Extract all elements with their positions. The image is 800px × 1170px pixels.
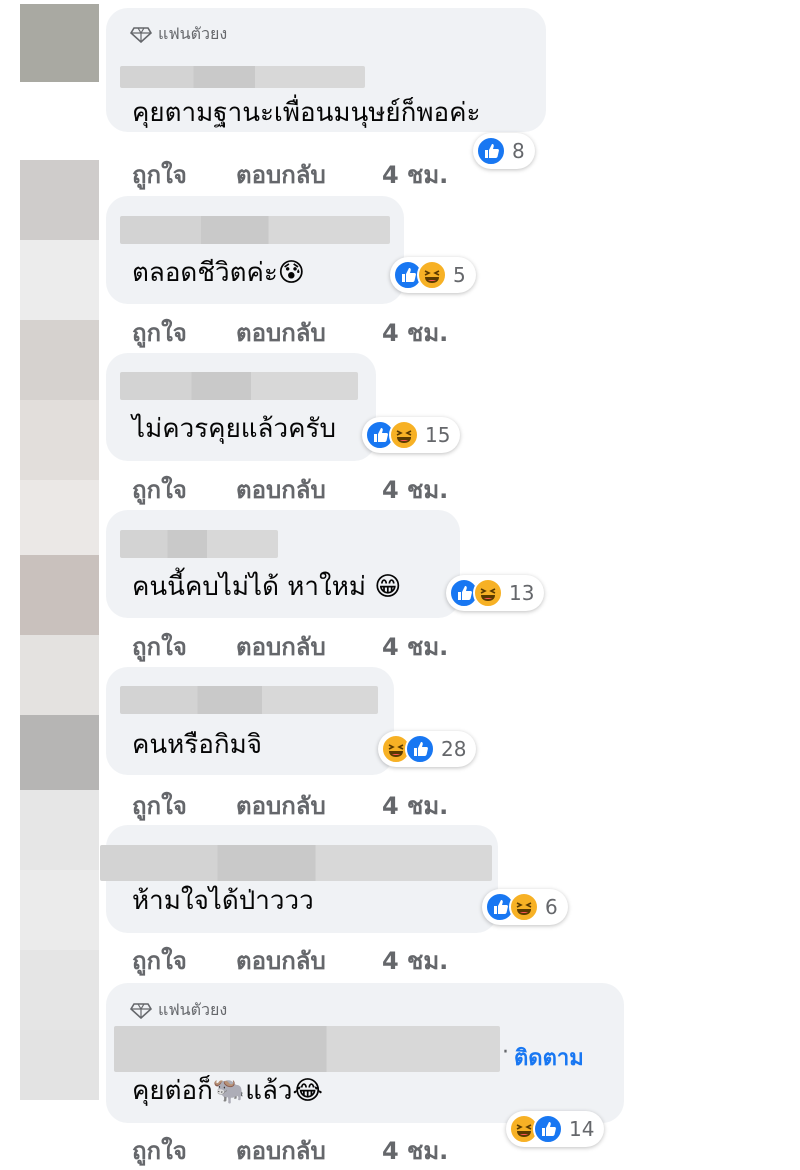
top-fan-badge: แฟนตัวยง [130,998,227,1023]
reaction-count: 28 [441,737,467,761]
reaction-summary[interactable]: 15 [362,417,461,453]
follow-button[interactable]: ติดตาม [514,1040,584,1075]
top-fan-badge: แฟนตัวยง [130,22,227,47]
comment-text: ตลอดชีวิตค่ะ😰 [132,258,305,288]
badge-label: แฟนตัวยง [158,24,228,43]
reply-button[interactable]: ตอบกลับ [236,1131,382,1170]
reaction-count: 14 [569,1117,595,1141]
comment-actions: ถูกใจ ตอบกลับ 4 ชม. [132,470,448,509]
reaction-count: 13 [509,581,535,605]
author-name[interactable] [100,845,492,881]
like-button[interactable]: ถูกใจ [132,313,236,352]
reaction-summary[interactable]: 5 [390,257,476,293]
reaction-summary[interactable]: 6 [482,889,568,925]
reply-button[interactable]: ตอบกลับ [236,470,382,509]
reply-button[interactable]: ตอบกลับ [236,313,382,352]
haha-icon [417,260,447,290]
author-name[interactable] [120,216,390,244]
diamond-icon [130,26,152,43]
timestamp[interactable]: 4 ชม. [382,470,448,509]
haha-icon [473,578,503,608]
reaction-count: 8 [512,139,525,163]
reply-button[interactable]: ตอบกลับ [236,627,382,666]
author-name[interactable] [120,686,378,714]
like-button[interactable]: ถูกใจ [132,470,236,509]
author-name[interactable] [120,530,278,558]
timestamp[interactable]: 4 ชม. [382,313,448,352]
diamond-icon [130,1002,152,1019]
reaction-summary[interactable]: 13 [446,575,545,611]
author-name[interactable] [114,1026,500,1072]
comment-actions: ถูกใจ ตอบกลับ 4 ชม. [132,1131,448,1170]
reply-button[interactable]: ตอบกลับ [236,786,382,825]
timestamp[interactable]: 4 ชม. [382,155,448,194]
reaction-count: 15 [425,423,451,447]
avatar[interactable] [20,4,99,82]
haha-icon [509,892,539,922]
like-icon [533,1114,563,1144]
timestamp[interactable]: 4 ชม. [382,627,448,666]
author-name[interactable] [120,66,365,88]
separator-dot: · [502,1040,509,1065]
reaction-summary[interactable]: 28 [378,731,477,767]
reply-button[interactable]: ตอบกลับ [236,155,382,194]
like-icon [476,136,506,166]
comment-actions: ถูกใจ ตอบกลับ 4 ชม. [132,313,448,352]
reaction-summary[interactable]: 14 [506,1111,605,1147]
haha-icon [389,420,419,450]
comment-actions: ถูกใจ ตอบกลับ 4 ชม. [132,627,448,666]
comment-text: คุยต่อก็🐃แล้ว😂 [132,1076,323,1106]
like-button[interactable]: ถูกใจ [132,786,236,825]
avatar-column [20,160,99,1100]
comment-actions: ถูกใจ ตอบกลับ 4 ชม. [132,786,448,825]
reaction-count: 6 [545,895,558,919]
like-button[interactable]: ถูกใจ [132,941,236,980]
reaction-summary[interactable]: 8 [473,133,535,169]
comment-actions: ถูกใจ ตอบกลับ 4 ชม. [132,155,448,194]
like-button[interactable]: ถูกใจ [132,627,236,666]
comment-text: คนหรือกิมจิ [132,730,262,760]
author-name[interactable] [120,372,358,400]
timestamp[interactable]: 4 ชม. [382,1131,448,1170]
comment-text: ไม่ควรคุยแล้วครับ [132,414,336,444]
timestamp[interactable]: 4 ชม. [382,941,448,980]
comment-actions: ถูกใจ ตอบกลับ 4 ชม. [132,941,448,980]
badge-label: แฟนตัวยง [158,1000,228,1019]
like-button[interactable]: ถูกใจ [132,155,236,194]
comment-text: คุยตามฐานะเพื่อนมนุษย์ก็พอค่ะ [132,98,481,128]
comment-text: ห้ามใจได้ป่าววว [132,886,314,916]
like-icon [405,734,435,764]
comment-text: คนนี้คบไม่ได้ หาใหม่ 😁 [132,572,402,602]
timestamp[interactable]: 4 ชม. [382,786,448,825]
like-button[interactable]: ถูกใจ [132,1131,236,1170]
reaction-count: 5 [453,263,466,287]
reply-button[interactable]: ตอบกลับ [236,941,382,980]
